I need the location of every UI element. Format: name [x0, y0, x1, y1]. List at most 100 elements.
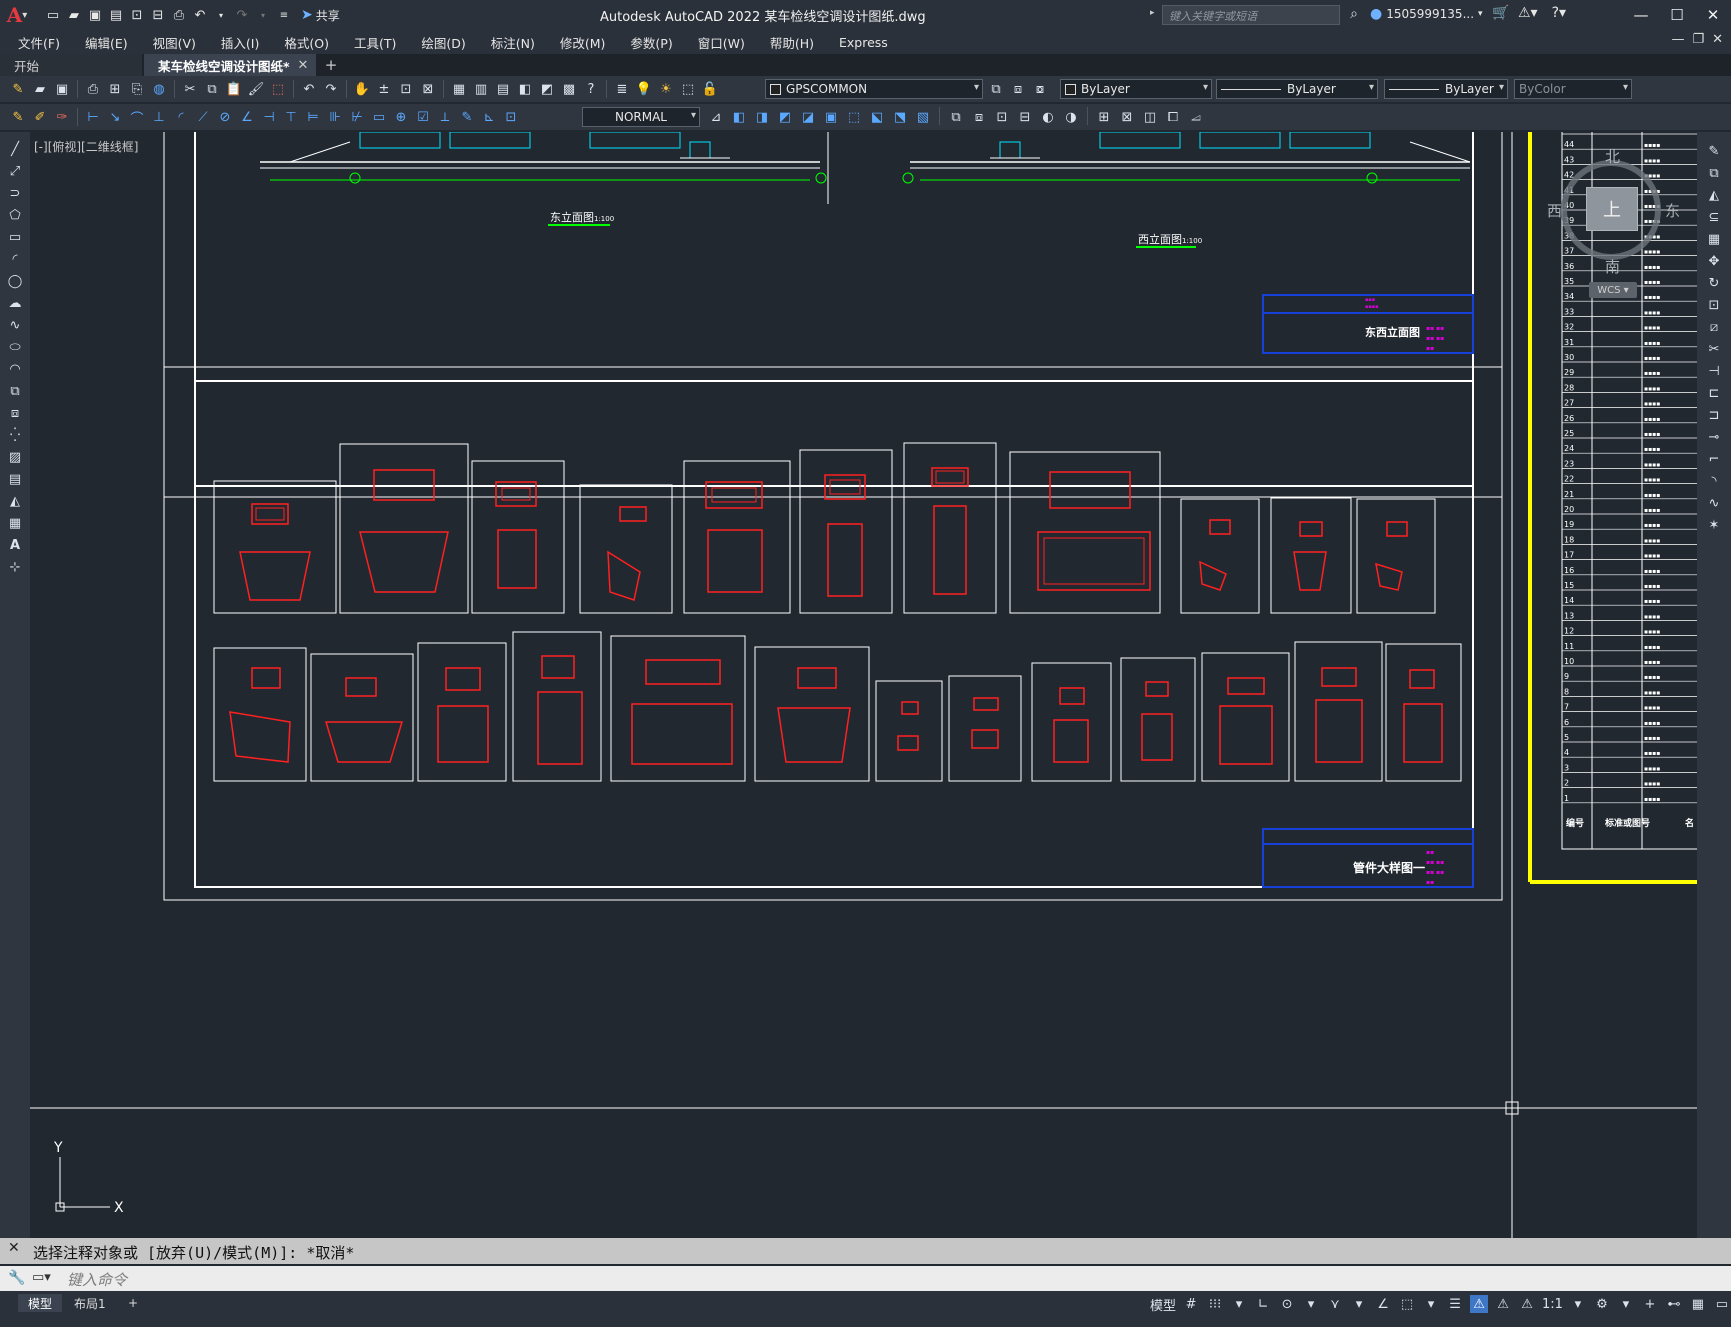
close-command-icon[interactable]: ✕	[8, 1240, 20, 1256]
jogged-dim-icon[interactable]: ⟋	[193, 107, 213, 127]
rotate-icon[interactable]: ↻	[1704, 274, 1724, 292]
snap-icon[interactable]: ⁝⁝⁝	[1206, 1295, 1224, 1313]
copy-object-icon[interactable]: ⧉	[1704, 164, 1724, 182]
sheet-set-icon[interactable]: ◧	[515, 79, 535, 99]
text-front-icon[interactable]: ▣	[821, 107, 841, 127]
inspection-icon[interactable]: ☑	[413, 107, 433, 127]
redo-icon[interactable]: ↷	[233, 6, 251, 24]
arc-length-icon[interactable]: ⌒	[127, 107, 147, 127]
help-search-input[interactable]: 键入关键字或短语	[1162, 5, 1340, 25]
publish-web-icon[interactable]: ◍	[149, 79, 169, 99]
workspace-gear-icon[interactable]: ⚙	[1593, 1295, 1611, 1313]
angular-dim-icon[interactable]: ∠	[237, 107, 257, 127]
layer-state-icon[interactable]: ⧇	[1030, 79, 1050, 99]
workspace-dropdown-icon[interactable]: ▾	[1617, 1295, 1635, 1313]
dim-break-icon[interactable]: ⊬	[347, 107, 367, 127]
ortho-icon[interactable]: ∟	[1254, 1295, 1272, 1313]
attach-xref-icon[interactable]: ⧉	[946, 107, 966, 127]
break-icon[interactable]: ⊐	[1704, 406, 1724, 424]
menu-draw[interactable]: 绘图(D)	[421, 33, 465, 52]
lineweight-icon[interactable]: ☰	[1446, 1295, 1464, 1313]
scale-dropdown-icon[interactable]: ▾	[1569, 1295, 1587, 1313]
make-current-layer-icon[interactable]: ⧉	[986, 79, 1006, 99]
tab-layout1[interactable]: 布局1	[64, 1294, 116, 1312]
plotstyle-dropdown[interactable]: ByColor ▾	[1514, 79, 1632, 99]
object-snap-icon[interactable]: ⬚	[1398, 1295, 1416, 1313]
polar-dropdown-icon[interactable]: ▾	[1302, 1295, 1320, 1313]
viewcube-west[interactable]: 西	[1547, 200, 1562, 221]
command-input[interactable]: 键入命令	[67, 1269, 127, 1290]
menu-tools[interactable]: 工具(T)	[354, 33, 396, 52]
linetype-dropdown[interactable]: ByLayer ▾	[1216, 79, 1378, 99]
radius-dim-icon[interactable]: ◜	[171, 107, 191, 127]
center-mark-icon[interactable]: ⊕	[391, 107, 411, 127]
xref-clip-icon[interactable]: ⧈	[969, 107, 989, 127]
move-icon[interactable]: ✥	[1704, 252, 1724, 270]
qnew-icon[interactable]: ✎	[8, 79, 28, 99]
linear-dim-icon[interactable]: ⊢	[83, 107, 103, 127]
redo-tb-icon[interactable]: ↷	[321, 79, 341, 99]
match-properties-icon[interactable]: 🖌	[246, 79, 266, 99]
line-icon[interactable]: ╱	[5, 140, 25, 158]
dimstyle-dropdown[interactable]: NORMAL ▾	[582, 107, 700, 127]
zoom-previous-icon[interactable]: ⊠	[418, 79, 438, 99]
pan-icon[interactable]: ✋	[352, 79, 372, 99]
tab-model[interactable]: 模型	[18, 1294, 63, 1312]
viewcube-south[interactable]: 南	[1605, 256, 1620, 277]
hatch-icon[interactable]: ▨	[5, 448, 25, 466]
layer-lock-icon[interactable]: 🔓	[700, 79, 720, 99]
drawing-canvas[interactable]: [-][俯视][二维线框] 东立面图 1:100 西立面图 1:100 ▪▪▪ …	[30, 132, 1697, 1238]
continue-dim-icon[interactable]: ⊨	[303, 107, 323, 127]
cart-icon[interactable]: 🛒	[1492, 5, 1509, 21]
break-at-point-icon[interactable]: ⊏	[1704, 384, 1724, 402]
trim-icon[interactable]: ✂	[1704, 340, 1724, 358]
text-style-icon[interactable]: ✎	[8, 107, 28, 127]
copy-icon[interactable]: ⧉	[202, 79, 222, 99]
search-expand-icon[interactable]: ▸	[1150, 8, 1155, 18]
markup-icon[interactable]: ◩	[537, 79, 557, 99]
new-tab-button[interactable]: +	[318, 54, 344, 76]
image-attach-icon[interactable]: ⊡	[992, 107, 1012, 127]
erase-icon[interactable]: ✎	[1704, 142, 1724, 160]
maximize-button[interactable]: ☐	[1659, 0, 1695, 30]
array-icon[interactable]: ▦	[1704, 230, 1724, 248]
image-clip-icon[interactable]: ⊟	[1015, 107, 1035, 127]
annotation-monitor-icon[interactable]: +	[1641, 1295, 1659, 1313]
hardware-acceleration-icon[interactable]: ▭	[1713, 1295, 1731, 1313]
fillet-icon[interactable]: ◝	[1704, 472, 1724, 490]
block-edit-icon[interactable]: ⧡	[1186, 107, 1206, 127]
viewcube-top-face[interactable]: 上	[1586, 187, 1638, 231]
polar-icon[interactable]: ⊙	[1278, 1295, 1296, 1313]
units-icon[interactable]: ⊷	[1665, 1295, 1683, 1313]
new-icon[interactable]: ▭	[44, 6, 62, 24]
help-tb-icon[interactable]: ?	[581, 79, 601, 99]
revision-cloud-icon[interactable]: ☁	[5, 294, 25, 312]
polyline-icon[interactable]: ⊃	[5, 184, 25, 202]
isodraft-dropdown-icon[interactable]: ▾	[1350, 1295, 1368, 1313]
customize-qat-icon[interactable]: ≡	[275, 6, 293, 24]
draw-order-front-icon[interactable]: ◧	[729, 107, 749, 127]
mleader-icon[interactable]: ✑	[52, 107, 72, 127]
menu-insert[interactable]: 插入(I)	[221, 33, 259, 52]
menu-edit[interactable]: 编辑(E)	[85, 33, 128, 52]
undo-tb-icon[interactable]: ↶	[299, 79, 319, 99]
menu-help[interactable]: 帮助(H)	[770, 33, 814, 52]
plot-icon[interactable]: ⎙	[170, 6, 188, 24]
layer-freeze-icon[interactable]: ☀	[656, 79, 676, 99]
menu-modify[interactable]: 修改(M)	[560, 33, 606, 52]
share-button[interactable]: ➤ 共享	[301, 7, 340, 24]
dimtedit-icon[interactable]: ⊾	[479, 107, 499, 127]
object-snap-tracking-icon[interactable]: ∠	[1374, 1295, 1392, 1313]
grid-icon[interactable]: #	[1182, 1295, 1200, 1313]
tab-drawing[interactable]: 某车检线空调设计图纸* ✕	[144, 54, 316, 76]
calculator-icon[interactable]: ▩	[559, 79, 579, 99]
mtext-icon[interactable]: A	[5, 536, 25, 554]
make-block-left-icon[interactable]: ⧈	[5, 404, 25, 422]
save-file-icon[interactable]: ▣	[52, 79, 72, 99]
open-icon[interactable]: ▰	[65, 6, 83, 24]
save-as-icon[interactable]: ▤	[107, 6, 125, 24]
zoom-realtime-icon[interactable]: ±	[374, 79, 394, 99]
table-icon[interactable]: ▦	[5, 514, 25, 532]
ellipse-icon[interactable]: ⬭	[5, 338, 25, 356]
menu-parametric[interactable]: 参数(P)	[630, 33, 672, 52]
